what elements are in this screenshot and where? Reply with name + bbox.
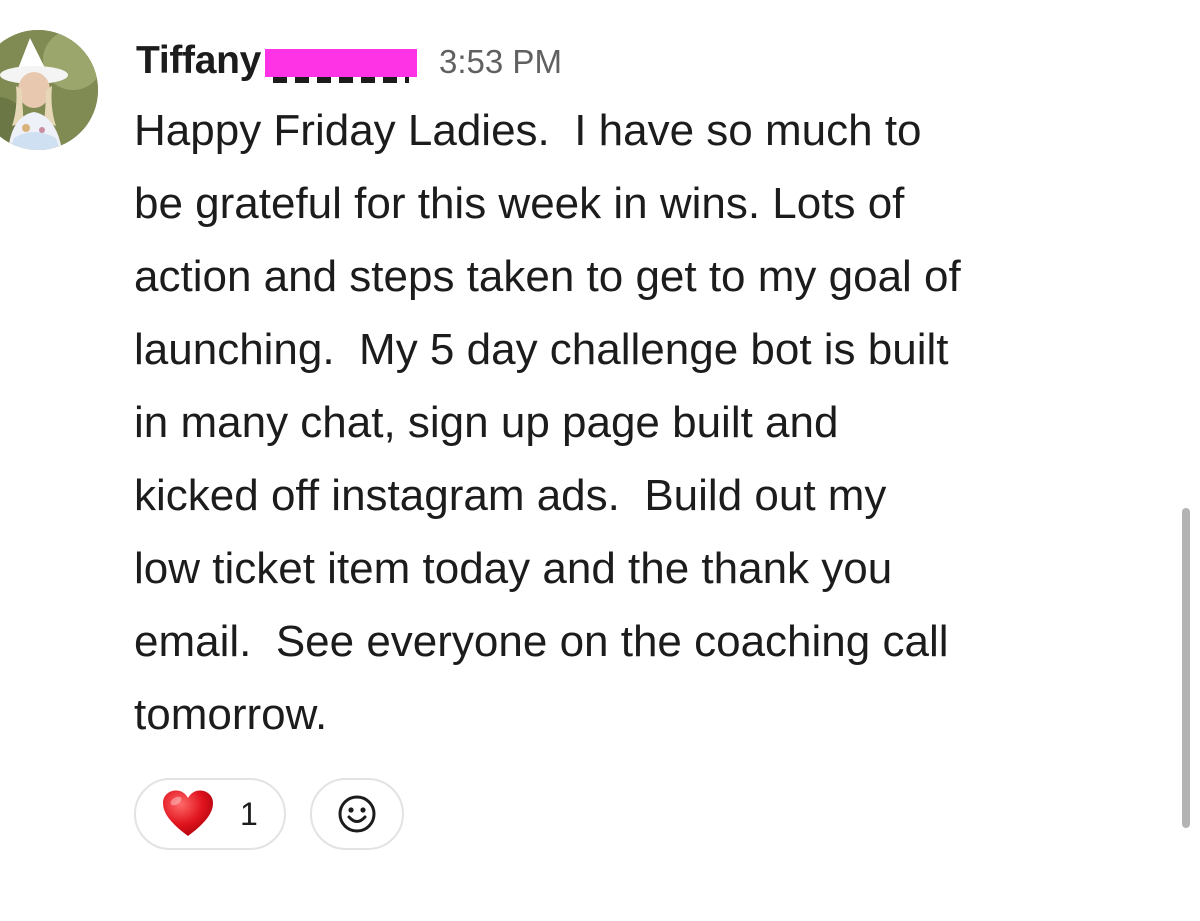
- message-body: Happy Friday Ladies. I have so much to b…: [134, 94, 1134, 751]
- author-name[interactable]: Tiffany: [136, 39, 261, 83]
- scrollbar[interactable]: [1182, 508, 1190, 828]
- smiley-icon: [338, 795, 376, 833]
- redaction-mark: [265, 49, 418, 83]
- add-reaction-button[interactable]: [310, 778, 404, 850]
- chat-message: Tiffany 3:53 PM Happy Friday Ladies. I h…: [0, 0, 1200, 921]
- heart-icon: [163, 790, 213, 836]
- message-timestamp[interactable]: 3:53 PM: [439, 43, 562, 81]
- reaction-count: 1: [240, 795, 258, 832]
- message-line: email. See everyone on the coaching call: [134, 617, 949, 666]
- message-line: tomorrow.: [134, 690, 328, 739]
- message-line: action and steps taken to get to my goal…: [134, 252, 961, 301]
- message-line: in many chat, sign up page built and: [134, 398, 839, 447]
- avatar-photo: [0, 30, 98, 150]
- avatar[interactable]: [0, 30, 98, 150]
- message-line: low ticket item today and the thank you: [134, 544, 893, 593]
- message-line: launching. My 5 day challenge bot is bui…: [134, 325, 949, 374]
- message-line: be grateful for this week in wins. Lots …: [134, 179, 905, 228]
- message-line: Happy Friday Ladies. I have so much to: [134, 106, 922, 155]
- reaction-bar: 1: [134, 778, 404, 850]
- message-line: kicked off instagram ads. Build out my: [134, 471, 887, 520]
- heart-reaction-button[interactable]: 1: [134, 778, 286, 850]
- message-header: Tiffany 3:53 PM: [136, 36, 562, 86]
